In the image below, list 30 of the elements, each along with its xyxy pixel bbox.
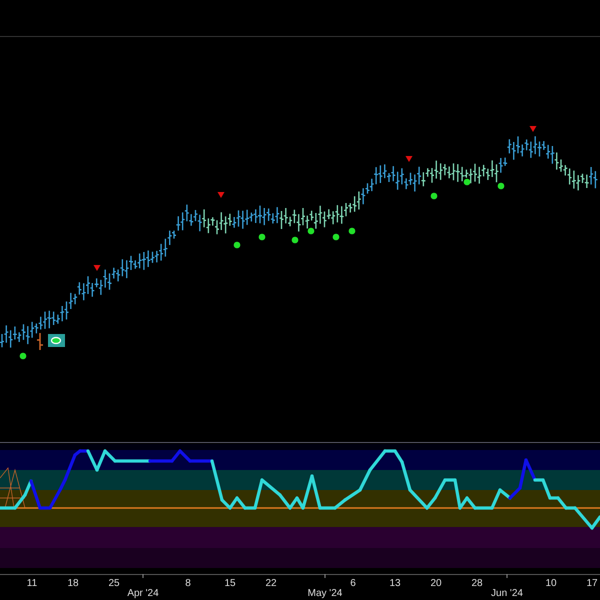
- axis-day-label: 22: [265, 578, 277, 589]
- signal-dot: [464, 178, 470, 186]
- signal-dot: [258, 234, 266, 240]
- axis-month-label: Apr '24: [127, 588, 159, 599]
- axis-day-label: 17: [586, 578, 598, 589]
- triangle-marker-icon: [94, 265, 100, 271]
- axis-day-label: 13: [389, 578, 401, 589]
- axis-day-label: 8: [185, 578, 191, 589]
- axis-day-label: 6: [350, 578, 356, 589]
- axis-day-label: 18: [67, 578, 79, 589]
- triangle-marker-icon: [530, 126, 536, 132]
- signal-dot: [234, 242, 240, 248]
- signal-dot: [348, 228, 356, 234]
- triangle-marker-icon: [406, 156, 412, 162]
- axis-day-label: 15: [224, 578, 236, 589]
- axis-month-label: Jun '24: [491, 588, 523, 599]
- signal-dot: [20, 352, 26, 360]
- signal-dot: [292, 236, 298, 244]
- signal-dot: [498, 182, 504, 190]
- axis-day-label: 11: [26, 578, 38, 589]
- axis-month-label: May '24: [308, 588, 342, 599]
- signal-dot: [430, 192, 438, 200]
- triangle-marker-icon: [218, 192, 224, 198]
- axis-day-label: 25: [108, 578, 120, 589]
- signal-dot: [308, 228, 314, 234]
- signal-badge-icon: [48, 334, 65, 347]
- axis-day-label: 10: [545, 578, 557, 589]
- axis-day-label: 20: [430, 578, 442, 589]
- signal-dot: [332, 234, 340, 240]
- axis-day-label: 28: [471, 578, 483, 589]
